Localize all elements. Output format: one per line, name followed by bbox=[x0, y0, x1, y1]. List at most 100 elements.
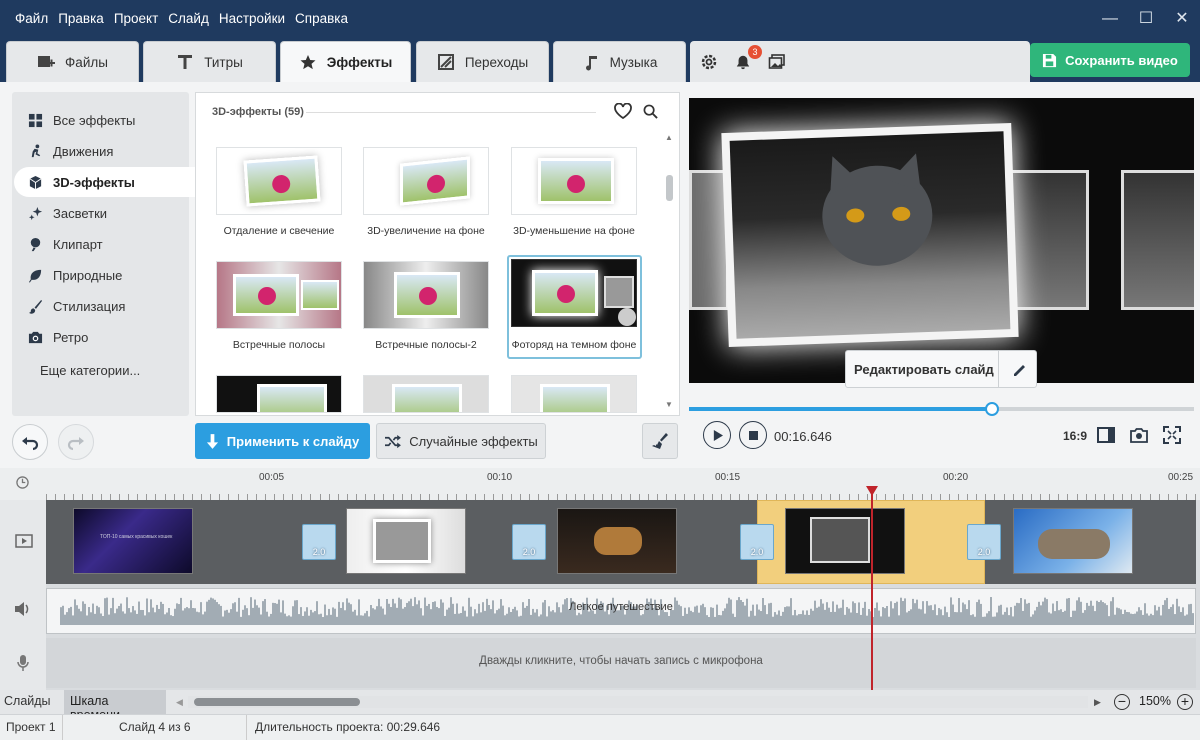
main-menu: Файл Правка Проект Слайд Настройки Справ… bbox=[10, 0, 353, 38]
menu-project[interactable]: Проект bbox=[109, 0, 163, 38]
slide-clip[interactable]: ТОП-10 самых красивых кошек bbox=[73, 508, 193, 574]
divider bbox=[246, 715, 247, 740]
tab-files[interactable]: Файлы bbox=[6, 41, 139, 82]
effects-scrollbar[interactable]: ▲ ▼ bbox=[664, 133, 674, 409]
scroll-right-icon[interactable]: ▶ bbox=[1094, 697, 1101, 708]
ruler-label: 00:10 bbox=[487, 472, 513, 483]
zoom-level: 150% bbox=[1139, 694, 1171, 708]
extra-tools: 3 bbox=[690, 41, 1030, 82]
menu-settings[interactable]: Настройки bbox=[214, 0, 290, 38]
maximize-icon[interactable]: ☐ bbox=[1128, 0, 1164, 38]
snapshot-icon[interactable] bbox=[1130, 426, 1148, 447]
fullscreen-icon[interactable] bbox=[1163, 426, 1181, 447]
clear-effect-button[interactable] bbox=[642, 423, 678, 459]
timeline-scrollbar[interactable] bbox=[188, 696, 1088, 708]
effects-gallery: 3D-эффекты (59) Отдаление и свечение 3D-… bbox=[195, 92, 680, 416]
menu-slide[interactable]: Слайд bbox=[163, 0, 214, 38]
tab-titles[interactable]: Титры bbox=[143, 41, 276, 82]
seek-thumb[interactable] bbox=[985, 402, 999, 416]
seek-bar[interactable] bbox=[689, 402, 1194, 416]
play-button[interactable] bbox=[703, 421, 731, 449]
transition-marker[interactable]: 2.0 bbox=[967, 524, 1001, 560]
category-stylization[interactable]: Стилизация bbox=[14, 291, 195, 321]
search-icon[interactable] bbox=[643, 104, 658, 122]
effect-thumbnail[interactable] bbox=[363, 261, 489, 329]
project-duration: Длительность проекта: 00:29.646 bbox=[255, 720, 441, 734]
menu-edit[interactable]: Правка bbox=[53, 0, 109, 38]
category-lights[interactable]: Засветки bbox=[14, 198, 195, 228]
tab-effects[interactable]: Эффекты bbox=[280, 41, 411, 83]
play-icon bbox=[713, 429, 723, 441]
gear-icon[interactable] bbox=[698, 51, 720, 73]
zoom-out-button[interactable]: − bbox=[1114, 694, 1130, 710]
mic-track[interactable]: Дважды кликните, чтобы начать запись с м… bbox=[46, 638, 1196, 688]
ruler-label: 00:15 bbox=[715, 472, 741, 483]
tab-slides[interactable]: Слайды bbox=[4, 694, 51, 708]
heart-icon[interactable] bbox=[614, 102, 632, 122]
effect-thumbnail[interactable] bbox=[511, 375, 637, 413]
shuffle-icon bbox=[385, 434, 402, 448]
favorite-heart-icon[interactable] bbox=[618, 308, 636, 326]
video-preview[interactable] bbox=[689, 98, 1194, 383]
time-ruler[interactable]: 00:05 00:10 00:15 00:20 00:25 bbox=[0, 468, 1200, 500]
fit-icon[interactable] bbox=[1097, 426, 1115, 447]
mic-record-hint: Дважды кликните, чтобы начать запись с м… bbox=[479, 655, 763, 667]
audio-clip[interactable]: Легкое путешествие bbox=[46, 588, 1196, 634]
effect-thumbnail[interactable] bbox=[363, 375, 489, 413]
more-categories-link[interactable]: Еще категории... bbox=[40, 363, 140, 378]
project-name: Проект 1 bbox=[6, 720, 56, 734]
stop-icon bbox=[748, 430, 758, 440]
status-bar: Проект 1 Слайд 4 из 6 Длительность проек… bbox=[0, 714, 1200, 740]
undo-button[interactable] bbox=[12, 424, 48, 460]
tab-bar: Файлы Титры Эффекты Переходы Музыка 3 bbox=[0, 38, 1200, 83]
tab-music[interactable]: Музыка bbox=[553, 41, 686, 82]
apply-to-slide-button[interactable]: Применить к слайду bbox=[195, 423, 370, 459]
effect-thumbnail[interactable] bbox=[216, 261, 342, 329]
aspect-ratio-button[interactable]: 16:9 bbox=[1063, 429, 1087, 443]
transition-marker[interactable]: 2.0 bbox=[302, 524, 336, 560]
category-nature[interactable]: Природные bbox=[14, 260, 195, 290]
preview-side-frame bbox=[1009, 170, 1089, 310]
category-3d-effects[interactable]: 3D-эффекты bbox=[14, 167, 195, 197]
scroll-thumb[interactable] bbox=[666, 175, 673, 201]
transition-marker[interactable]: 2.0 bbox=[740, 524, 774, 560]
category-clipart[interactable]: Клипарт bbox=[14, 229, 195, 259]
zoom-in-button[interactable]: + bbox=[1177, 694, 1193, 710]
category-retro[interactable]: Ретро bbox=[14, 322, 195, 352]
menu-file[interactable]: Файл bbox=[10, 0, 53, 38]
slide-clip[interactable] bbox=[1013, 508, 1133, 574]
category-all-effects[interactable]: Все эффекты bbox=[14, 105, 195, 135]
effect-thumbnail[interactable] bbox=[511, 147, 637, 215]
grid-icon bbox=[28, 113, 43, 127]
slide-clip[interactable] bbox=[346, 508, 466, 574]
playhead[interactable] bbox=[871, 486, 873, 690]
tab-timeline[interactable]: Шкала времени bbox=[64, 690, 166, 722]
bell-icon[interactable]: 3 bbox=[732, 44, 762, 73]
undo-icon bbox=[22, 437, 39, 451]
timeline-scroll-thumb[interactable] bbox=[194, 698, 360, 706]
effect-thumbnail[interactable] bbox=[363, 147, 489, 215]
menu-help[interactable]: Справка bbox=[290, 0, 353, 38]
slide-clip[interactable] bbox=[557, 508, 677, 574]
effect-thumbnail[interactable] bbox=[216, 375, 342, 413]
save-video-button[interactable]: Сохранить видео bbox=[1030, 43, 1190, 77]
star-icon bbox=[300, 54, 316, 69]
minimize-icon[interactable]: — bbox=[1092, 0, 1128, 38]
timeline: 00:05 00:10 00:15 00:20 00:25 ТОП-10 сам… bbox=[0, 468, 1200, 690]
tab-transitions[interactable]: Переходы bbox=[416, 41, 549, 82]
effect-thumbnail-selected[interactable] bbox=[511, 259, 637, 327]
edit-slide-button[interactable]: Редактировать слайд bbox=[845, 350, 1037, 388]
gallery-icon[interactable] bbox=[766, 51, 788, 73]
scroll-left-icon[interactable]: ◀ bbox=[176, 697, 183, 708]
close-icon[interactable]: ✕ bbox=[1164, 0, 1200, 38]
arrow-down-icon bbox=[206, 433, 218, 449]
category-motion[interactable]: Движения bbox=[14, 136, 195, 166]
text-icon bbox=[178, 55, 193, 69]
stop-button[interactable] bbox=[739, 421, 767, 449]
slide-clip-selected[interactable] bbox=[785, 508, 905, 574]
random-effects-button[interactable]: Случайные эффекты bbox=[376, 423, 546, 459]
transition-marker[interactable]: 2.0 bbox=[512, 524, 546, 560]
brush-icon bbox=[28, 299, 43, 314]
effect-thumbnail[interactable] bbox=[216, 147, 342, 215]
redo-button[interactable] bbox=[58, 424, 94, 460]
